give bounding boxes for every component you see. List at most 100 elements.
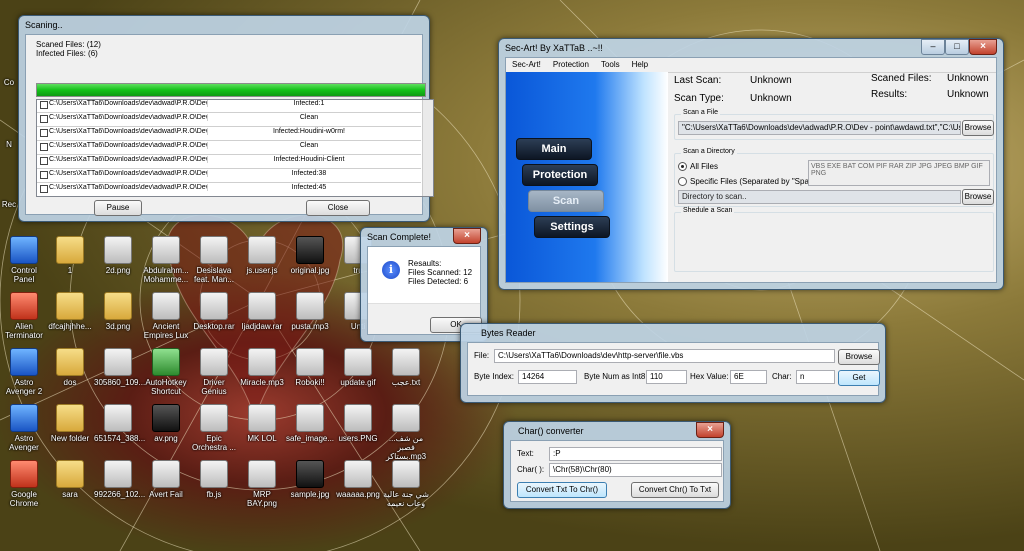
close-button[interactable]: Close bbox=[306, 200, 370, 216]
desktop-icon[interactable]: 305860_109... bbox=[94, 348, 145, 387]
desktop-icon[interactable]: 2d.png bbox=[94, 236, 142, 275]
browse-file-button[interactable]: Browse bbox=[962, 120, 994, 136]
table-scrollbar[interactable] bbox=[422, 100, 433, 196]
desktop-icon[interactable]: Roboki!! bbox=[286, 348, 334, 387]
desktop-icon[interactable]: Astro Avenger bbox=[0, 404, 48, 452]
desktop-icon[interactable]: 1 bbox=[46, 236, 94, 275]
specific-files-radio[interactable] bbox=[678, 177, 687, 186]
desktop-icon[interactable]: 651574_388... bbox=[94, 404, 145, 443]
pause-button[interactable]: Pause bbox=[94, 200, 142, 216]
browse-button[interactable]: Browse bbox=[838, 349, 880, 365]
row-result: Infected:Houdini-w0rm! bbox=[273, 128, 345, 135]
desktop-icon-label: MK LOL bbox=[247, 434, 277, 443]
desktop-icon[interactable]: safe_image... bbox=[286, 404, 334, 443]
desktop-icon[interactable]: sample.jpg bbox=[286, 460, 334, 499]
nav-main-button[interactable]: Main bbox=[516, 138, 592, 160]
desktop-icon[interactable]: Driver Genius bbox=[190, 348, 238, 396]
desktop-icon[interactable]: js.user.js bbox=[238, 236, 286, 275]
maximize-icon[interactable]: □ bbox=[945, 39, 969, 55]
row-result: Infected:38 bbox=[291, 170, 327, 177]
desktop-icon[interactable]: Astro Avenger 2 bbox=[0, 348, 48, 396]
hex-value-field[interactable]: 6E bbox=[730, 370, 767, 384]
all-files-radio[interactable] bbox=[678, 162, 687, 171]
desktop-icon[interactable]: waaaaa.png bbox=[334, 460, 382, 499]
table-row[interactable]: C:\Users\XaTTa6\Downloads\dev\adwad\P.R.… bbox=[37, 154, 421, 169]
desktop-icon[interactable]: Desktop.rar bbox=[190, 292, 238, 331]
desktop-icon[interactable]: Alien Terminator bbox=[0, 292, 48, 340]
row-checkbox[interactable] bbox=[40, 185, 48, 193]
desktop-icon[interactable]: من شف... فصبر بستاكر.mp3 bbox=[382, 404, 430, 461]
desktop-icon[interactable]: AutoHotkey Shortcut bbox=[142, 348, 190, 396]
scan-file-path-field[interactable]: "C:\Users\XaTTa6\Downloads\dev\adwad\P.R… bbox=[678, 121, 961, 135]
table-row[interactable]: C:\Users\XaTTa6\Downloads\dev\adwad\P.R.… bbox=[37, 140, 421, 155]
desktop-icon[interactable]: Epic Orchestra ... bbox=[190, 404, 238, 452]
desktop-icon[interactable]: شي جنة عالية وعاب نعيمه bbox=[382, 460, 430, 508]
desktop-edge-label[interactable]: N bbox=[0, 140, 18, 149]
directory-input[interactable]: Directory to scan.. bbox=[678, 190, 961, 204]
desktop-icon[interactable]: Abdulrahm... Mohamme... bbox=[142, 236, 190, 284]
menu-help[interactable]: Help bbox=[626, 58, 654, 72]
nav-settings-button[interactable]: Settings bbox=[534, 216, 610, 238]
desktop-icon[interactable]: ljadjdaw.rar bbox=[238, 292, 286, 331]
desktop-icon[interactable]: dos bbox=[46, 348, 94, 387]
browse-directory-button[interactable]: Browse bbox=[962, 189, 994, 205]
table-row[interactable]: C:\Users\XaTTa6\Downloads\dev\adwad\P.R.… bbox=[37, 100, 421, 113]
table-row[interactable]: C:\Users\XaTTa6\Downloads\dev\adwad\P.R.… bbox=[37, 182, 421, 196]
desktop-icon[interactable]: Google Chrome bbox=[0, 460, 48, 508]
nav-scan-button[interactable]: Scan bbox=[528, 190, 604, 212]
desktop-icon[interactable]: Control Panel bbox=[0, 236, 48, 284]
close-icon[interactable]: × bbox=[453, 228, 481, 244]
desktop-icon[interactable]: Ancient Empires Lux bbox=[142, 292, 190, 340]
close-icon[interactable]: × bbox=[696, 422, 724, 438]
byte-num-field[interactable]: 110 bbox=[646, 370, 687, 384]
desktop-icon[interactable]: av.png bbox=[142, 404, 190, 443]
desktop-icon[interactable]: pusta.mp3 bbox=[286, 292, 334, 331]
file-path-field[interactable]: C:\Users\XaTTa6\Downloads\dev\http-serve… bbox=[494, 349, 835, 363]
desktop-icon[interactable]: MRP BAY.png bbox=[238, 460, 286, 508]
convert-to-txt-button[interactable]: Convert Chr() To Txt bbox=[631, 482, 719, 498]
convert-to-chr-button[interactable]: Convert Txt To Chr() bbox=[517, 482, 607, 498]
extensions-textbox[interactable]: VBS EXE BAT COM PIF RAR ZIP JPG JPEG BMP… bbox=[808, 160, 990, 186]
close-icon[interactable]: × bbox=[969, 39, 997, 55]
char-field[interactable]: n bbox=[796, 370, 835, 384]
bytes-reader-window: Bytes Reader File: C:\Users\XaTTa6\Downl… bbox=[460, 323, 886, 403]
char-func-field[interactable]: \Chr(58)\Chr(80) bbox=[549, 463, 722, 477]
desktop-icon-label: Epic Orchestra ... bbox=[191, 434, 236, 452]
desktop-icon[interactable]: dfcajhjhhe... bbox=[46, 292, 94, 331]
desktop-icon[interactable]: users.PNG bbox=[334, 404, 382, 443]
nav-protection-button[interactable]: Protection bbox=[522, 164, 598, 186]
file-icon bbox=[248, 404, 276, 432]
desktop-icon[interactable]: عجب.txt bbox=[382, 348, 430, 387]
table-row[interactable]: C:\Users\XaTTa6\Downloads\dev\adwad\P.R.… bbox=[37, 168, 421, 183]
menu-secart[interactable]: Sec-Art! bbox=[506, 58, 547, 72]
byte-index-field[interactable]: 14264 bbox=[518, 370, 577, 384]
desktop-icon[interactable]: Avert Fail bbox=[142, 460, 190, 499]
desktop-icon[interactable]: original.jpg bbox=[286, 236, 334, 275]
row-checkbox[interactable] bbox=[40, 157, 48, 165]
desktop-icon[interactable]: sara bbox=[46, 460, 94, 499]
scan-results-table[interactable]: C:\Users\XaTTa6\Downloads\dev\adwad\P.R.… bbox=[36, 99, 434, 197]
desktop-icon[interactable]: Miracle.mp3 bbox=[238, 348, 286, 387]
table-row[interactable]: C:\Users\XaTTa6\Downloads\dev\adwad\P.R.… bbox=[37, 112, 421, 127]
minimize-icon[interactable]: – bbox=[921, 39, 945, 55]
table-row[interactable]: C:\Users\XaTTa6\Downloads\dev\adwad\P.R.… bbox=[37, 126, 421, 141]
row-checkbox[interactable] bbox=[40, 171, 48, 179]
desktop-edge-label[interactable]: Co bbox=[0, 78, 18, 87]
menu-tools[interactable]: Tools bbox=[595, 58, 626, 72]
desktop-icon[interactable]: 992266_102... bbox=[94, 460, 145, 499]
row-checkbox[interactable] bbox=[40, 143, 48, 151]
text-field[interactable]: :P bbox=[549, 447, 722, 461]
desktop-icon[interactable]: Desislava feat. Man... bbox=[190, 236, 238, 284]
row-checkbox[interactable] bbox=[40, 101, 48, 109]
get-button[interactable]: Get bbox=[838, 370, 880, 386]
row-checkbox[interactable] bbox=[40, 129, 48, 137]
desktop-icon[interactable]: 3d.png bbox=[94, 292, 142, 331]
desktop-icon[interactable]: New folder bbox=[46, 404, 94, 443]
menu-protection[interactable]: Protection bbox=[547, 58, 595, 72]
row-checkbox[interactable] bbox=[40, 115, 48, 123]
file-icon bbox=[392, 404, 420, 432]
desktop-icon[interactable]: update.gif bbox=[334, 348, 382, 387]
desktop-edge-label[interactable]: Rec bbox=[0, 200, 18, 209]
desktop-icon[interactable]: fb.js bbox=[190, 460, 238, 499]
desktop-icon[interactable]: MK LOL bbox=[238, 404, 286, 443]
